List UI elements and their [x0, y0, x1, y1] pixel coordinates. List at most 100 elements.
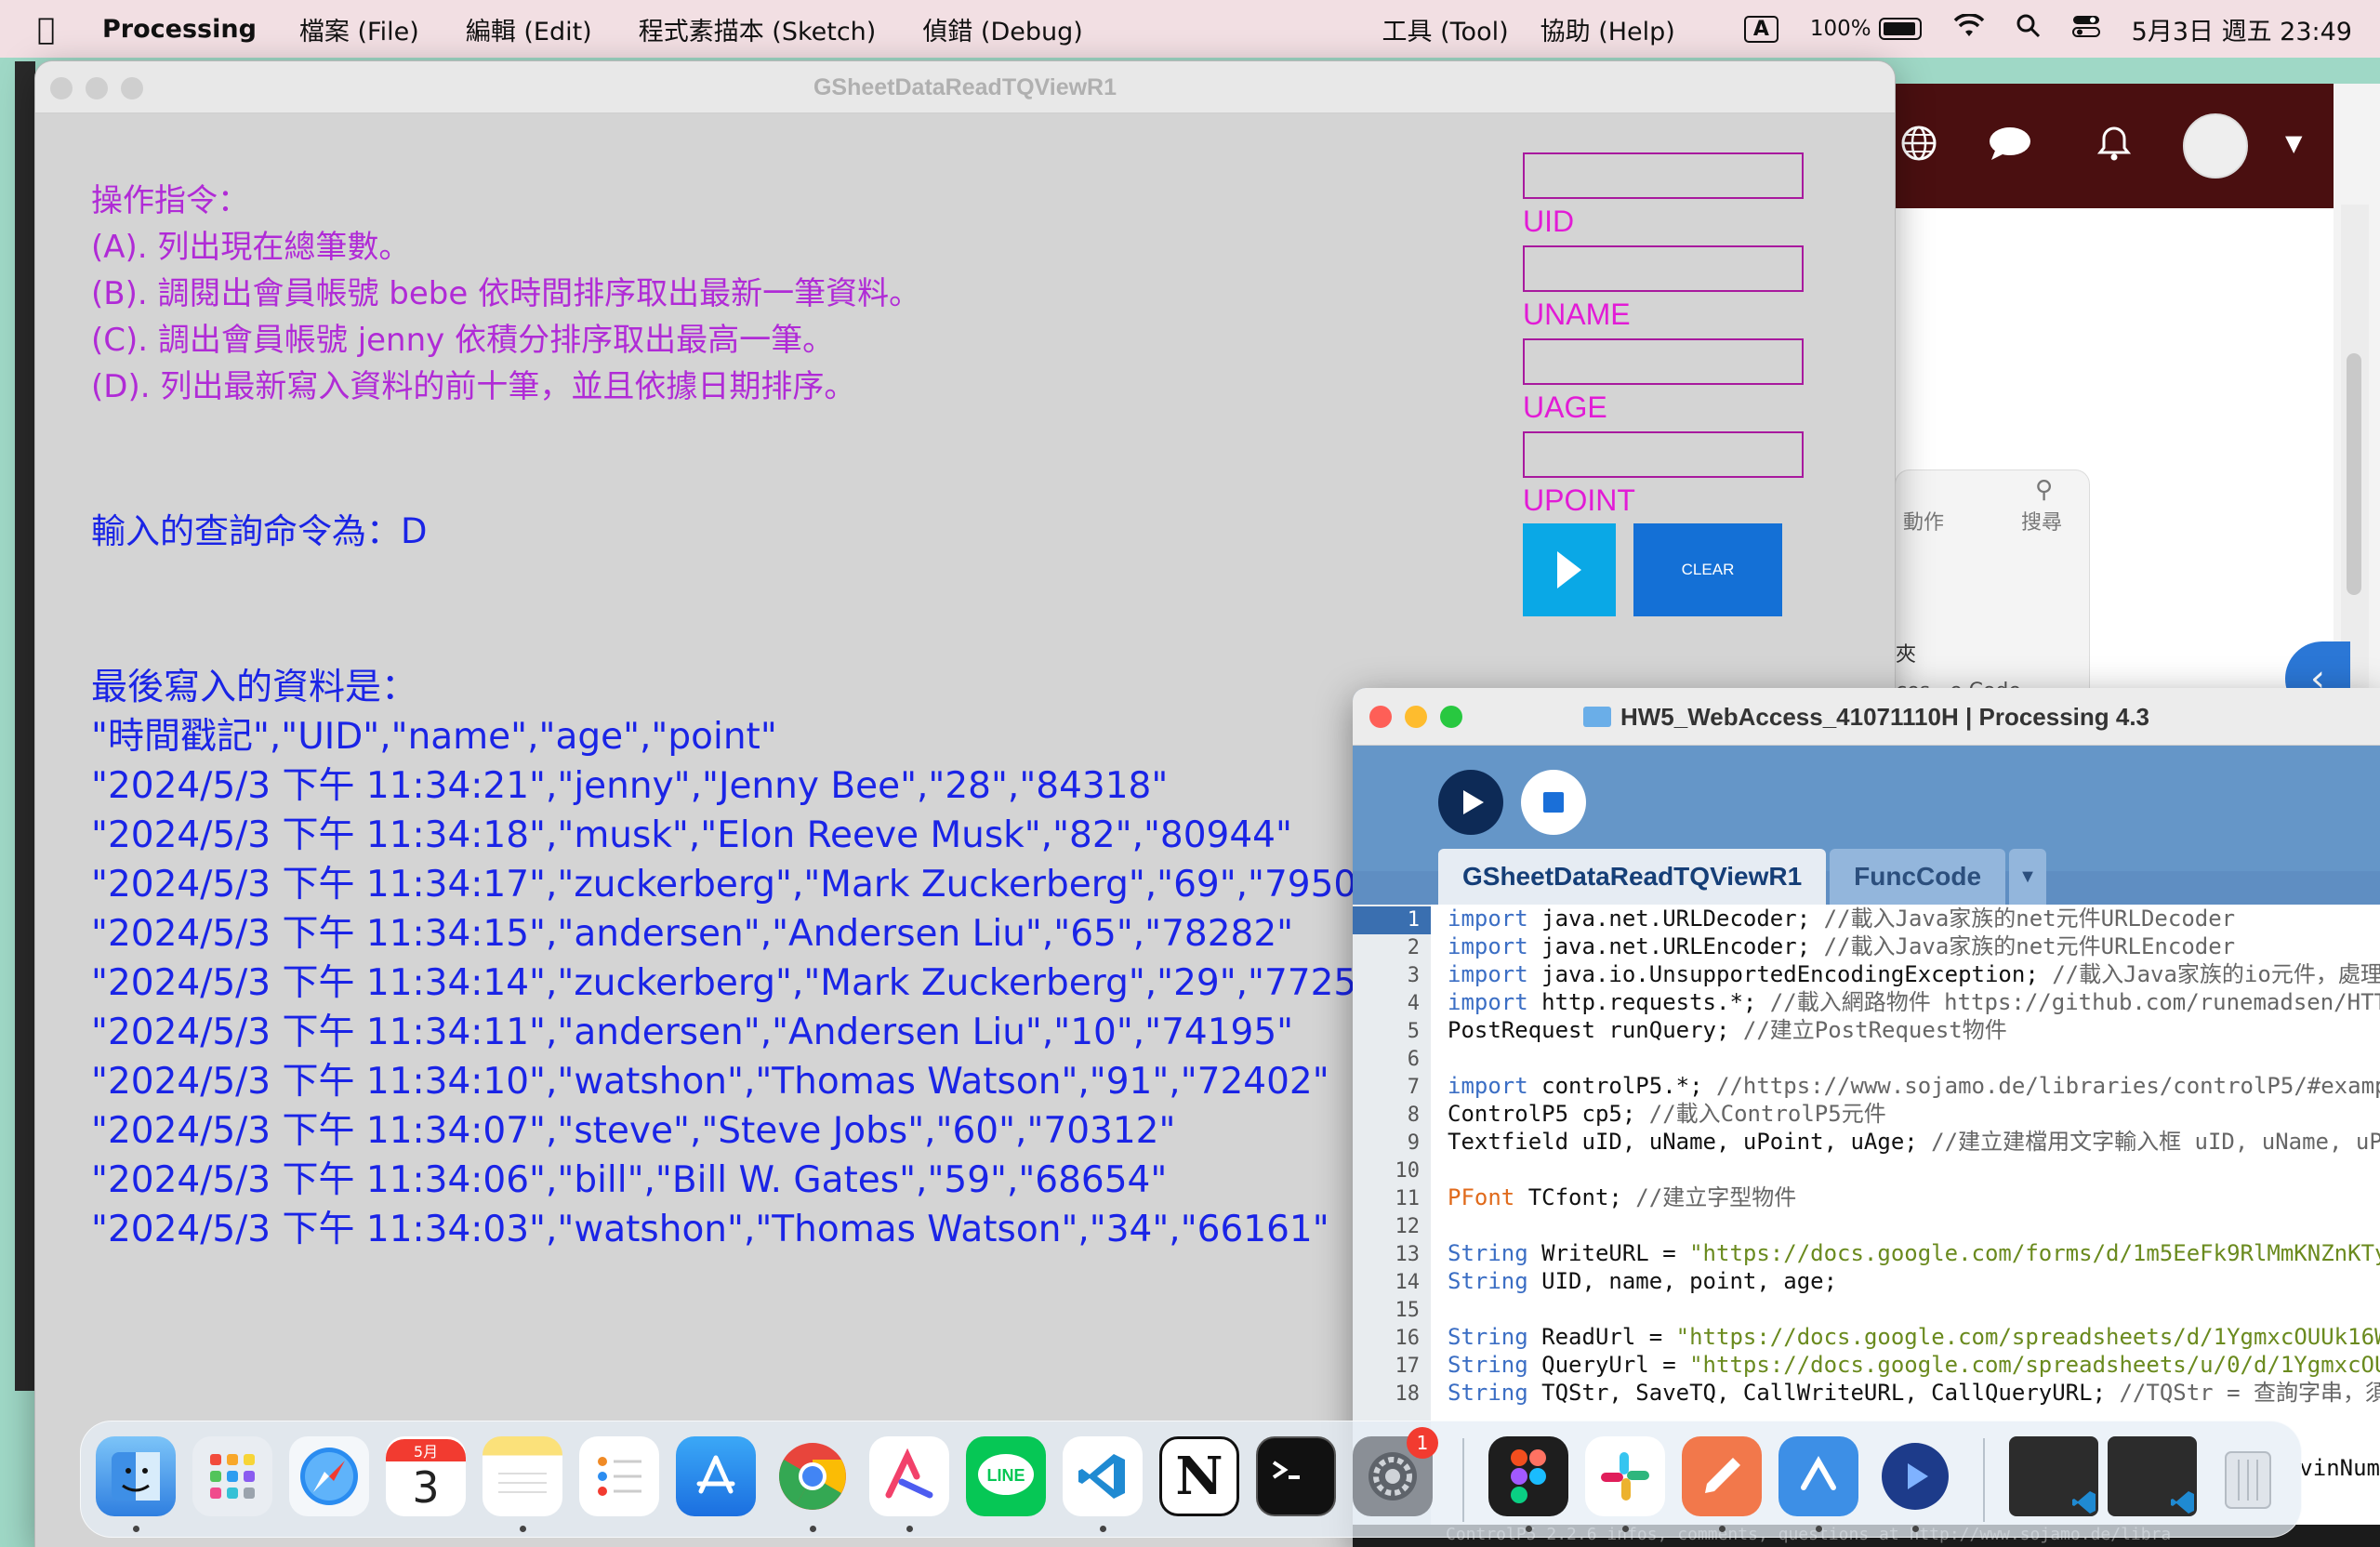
menu-edit[interactable]: 編輯 (Edit) — [466, 11, 592, 47]
vscode-icon[interactable] — [1063, 1436, 1143, 1516]
finder-item[interactable]: 夾 — [1896, 638, 1916, 668]
code-token: controlP5.*; — [1527, 1073, 1716, 1099]
uid-input[interactable] — [1523, 152, 1804, 199]
line-number: 8 — [1407, 1104, 1420, 1127]
code-line[interactable]: 8 ControlP5 cp5; //載入ControlP5元件 — [1353, 1100, 2380, 1128]
code-line[interactable]: 9 Textfield uID, uName, uPoint, uAge; //建… — [1353, 1128, 2380, 1156]
code-line[interactable]: 15 — [1353, 1295, 2380, 1323]
code-line[interactable]: 6 — [1353, 1044, 2380, 1072]
line-number: 16 — [1395, 1327, 1421, 1350]
menu-tool[interactable]: 工具 (Tool) — [1382, 11, 1509, 47]
clock[interactable]: 5月3日 週五 23:49 — [2132, 11, 2352, 47]
code-line[interactable]: 12 — [1353, 1211, 2380, 1239]
code-line[interactable]: 1 import java.net.URLDecoder; //載入Java家族的… — [1353, 905, 2380, 934]
line-number: 1 — [1353, 906, 1431, 934]
result-row: "2024/5/3 下午 11:34:03","watshon","Thomas… — [91, 1209, 1329, 1250]
code-text: String ReadUrl = "https://docs.google.co… — [1448, 1323, 2380, 1351]
finder-icon[interactable] — [96, 1436, 176, 1516]
result-header-row: "時間戳記","UID","name","age","point" — [91, 716, 777, 758]
result-row: "2024/5/3 下午 11:34:06","bill","Bill W. G… — [91, 1159, 1168, 1201]
window-thumbnail[interactable] — [2009, 1436, 2098, 1516]
code-line[interactable]: 16 String ReadUrl = "https://docs.google.… — [1353, 1323, 2380, 1351]
minimize-button[interactable] — [1405, 706, 1427, 728]
zoom-button[interactable] — [121, 77, 143, 99]
line-number: 15 — [1395, 1299, 1421, 1322]
code-line[interactable]: 17 String QueryUrl = "https://docs.google… — [1353, 1351, 2380, 1379]
menu-debug[interactable]: 偵錯 (Debug) — [922, 11, 1082, 47]
tab-funccode[interactable]: FuncCode — [1830, 849, 2006, 905]
finder-search-label[interactable]: 搜尋 — [2021, 506, 2062, 536]
code-line[interactable]: 18 String TQStr, SaveTQ, CallWriteURL, Ca… — [1353, 1379, 2380, 1407]
calendar-icon[interactable]: 5月 3 — [386, 1436, 466, 1516]
result-row: "2024/5/3 下午 11:34:15","andersen","Ander… — [91, 913, 1294, 955]
app-menu[interactable]: Processing — [102, 15, 257, 44]
wifi-icon[interactable] — [1953, 12, 1985, 45]
avatar[interactable] — [2183, 113, 2248, 178]
line-number: 18 — [1395, 1382, 1421, 1406]
menu-sketch[interactable]: 程式素描本 (Sketch) — [639, 11, 877, 47]
close-button[interactable] — [50, 77, 73, 99]
clear-button[interactable]: CLEAR — [1633, 523, 1782, 616]
result-row: "2024/5/3 下午 11:34:11","andersen","Ander… — [91, 1012, 1294, 1053]
code-line[interactable]: 3 import java.io.UnsupportedEncodingExcep… — [1353, 960, 2380, 988]
app-store-icon[interactable] — [676, 1436, 756, 1516]
control-center-icon[interactable] — [2071, 14, 2100, 45]
code-line[interactable]: 5 PostRequest runQuery; //建立PostRequest物件 — [1353, 1016, 2380, 1044]
menu-file[interactable]: 檔案 (File) — [299, 11, 419, 47]
tab-gsheetdatareadtqviewr1[interactable]: GSheetDataReadTQViewR1 — [1438, 849, 1827, 905]
code-line[interactable]: 7 import controlP5.*; //https://www.sojam… — [1353, 1072, 2380, 1100]
code-line[interactable]: 14 String UID, name, point, age; — [1353, 1267, 2380, 1295]
code-text: String WriteURL = "https://docs.google.c… — [1448, 1239, 2380, 1267]
ide-window-title: HW5_WebAccess_41071110H | Processing 4.3 — [1620, 703, 2150, 731]
minimize-button[interactable] — [86, 77, 108, 99]
code-token: //載入ControlP5元件 — [1648, 1101, 1886, 1127]
line-app-icon[interactable]: LINE — [966, 1436, 1046, 1516]
apple-icon[interactable]:  — [37, 11, 93, 46]
figma-icon[interactable] — [1488, 1436, 1568, 1516]
stop-button[interactable] — [1521, 770, 1586, 835]
trash-icon[interactable] — [2208, 1436, 2288, 1516]
remote-desktop-icon[interactable] — [1778, 1436, 1858, 1516]
code-token: TCfont; — [1514, 1184, 1636, 1210]
search-icon[interactable]: ⚲ — [2035, 476, 2053, 504]
notion-icon[interactable]: N — [1159, 1436, 1239, 1516]
scrollbar-thumb[interactable] — [2347, 353, 2361, 595]
submit-button[interactable] — [1523, 523, 1616, 616]
processing-icon[interactable] — [1875, 1436, 1955, 1516]
code-line[interactable]: 13 String WriteURL = "https://docs.google… — [1353, 1239, 2380, 1267]
uname-input[interactable] — [1523, 245, 1804, 292]
battery-icon[interactable] — [1878, 18, 1922, 40]
line-number: 9 — [1407, 1131, 1420, 1155]
code-line[interactable]: 11 PFont TCfont; //建立字型物件 — [1353, 1183, 2380, 1211]
run-button[interactable] — [1438, 770, 1503, 835]
launchpad-icon[interactable] — [192, 1436, 272, 1516]
safari-icon[interactable] — [289, 1436, 369, 1516]
chrome-icon[interactable] — [773, 1436, 853, 1516]
caret-down-icon[interactable]: ▼ — [2285, 130, 2302, 156]
tab-menu-dropdown-icon[interactable]: ▼ — [2009, 849, 2046, 905]
window-thumbnail[interactable] — [2108, 1436, 2197, 1516]
spotlight-search-icon[interactable] — [2016, 14, 2041, 45]
zoom-button[interactable] — [1440, 706, 1462, 728]
globe-icon[interactable] — [1900, 125, 1937, 171]
menu-help[interactable]: 協助 (Help) — [1540, 11, 1675, 47]
menu-bar:  Processing 檔案 (File) 編輯 (Edit) 程式素描本 (… — [0, 0, 2380, 58]
terminal-icon[interactable] — [1256, 1436, 1336, 1516]
code-line[interactable]: 2 import java.net.URLEncoder; //載入Java家族的… — [1353, 932, 2380, 960]
close-button[interactable] — [1369, 706, 1392, 728]
chat-icon[interactable] — [1988, 125, 2032, 171]
slack-icon[interactable] — [1585, 1436, 1665, 1516]
system-settings-icon[interactable]: 1 — [1353, 1427, 1438, 1516]
bell-icon[interactable] — [2096, 125, 2132, 171]
pen-app-icon[interactable] — [1682, 1436, 1762, 1516]
notes-icon[interactable] — [483, 1436, 562, 1516]
uage-input[interactable] — [1523, 338, 1804, 385]
input-source-indicator[interactable]: A — [1743, 15, 1778, 43]
finder-action-label[interactable]: 動作 — [1903, 506, 1944, 536]
reminders-icon[interactable] — [579, 1436, 659, 1516]
code-line[interactable]: 4 import http.requests.*; //載入網路物件 https:… — [1353, 988, 2380, 1016]
creative-app-icon[interactable] — [869, 1436, 949, 1516]
upoint-input[interactable] — [1523, 431, 1804, 478]
code-line[interactable]: 10 — [1353, 1156, 2380, 1183]
running-indicator — [1100, 1526, 1106, 1532]
